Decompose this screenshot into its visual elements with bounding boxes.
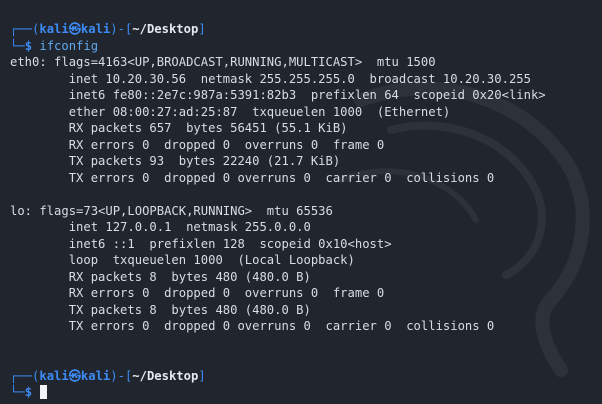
output-line: RX errors 0 dropped 0 overruns 0 frame 0 (10, 137, 385, 152)
prompt-line-top: ┌──(kali㉿kali)-[~/Desktop] (10, 368, 602, 385)
prompt-corner: ┌──( (10, 368, 40, 383)
prompt-user: kali (39, 368, 69, 383)
terminal-output-area: ┌──(kali㉿kali)-[~/Desktop] └─$ ifconfig … (10, 21, 602, 401)
prompt-corner-bottom: └─ (10, 38, 25, 53)
output-line: inet6 ::1 prefixlen 128 scopeid 0x10<hos… (10, 236, 392, 251)
prompt-cwd: ~/Desktop (132, 368, 199, 383)
output-line: inet 10.20.30.56 netmask 255.255.255.0 b… (10, 71, 531, 86)
prompt-host: kali (80, 22, 111, 36)
prompt-host: kali (80, 368, 111, 383)
output-line: RX packets 657 bytes 56451 (55.1 KiB) (10, 121, 348, 135)
prompt-at-symbol: ㉿ (68, 22, 81, 36)
output-line: RX packets 8 bytes 480 (480.0 B) (10, 269, 311, 284)
output-line: loop txqueuelen 1000 (Local Loopback) (10, 253, 355, 267)
prompt-at-symbol: ㉿ (68, 368, 81, 383)
output-line: RX errors 0 dropped 0 overruns 0 frame 0 (10, 286, 385, 300)
output-line: inet6 fe80::2e7c:987a:5391:82b3 prefixle… (10, 88, 546, 102)
prompt-user: kali (39, 22, 69, 36)
output-line: TX packets 93 bytes 22240 (21.7 KiB) (10, 154, 341, 168)
prompt-dir-close: ] (198, 368, 206, 383)
output-line: inet 127.0.0.1 netmask 255.0.0.0 (10, 220, 311, 234)
prompt-corner: ┌──( (10, 22, 40, 36)
prompt-line-top: ┌──(kali㉿kali)-[~/Desktop] (10, 21, 602, 38)
prompt-corner-bottom: └─ (10, 385, 25, 399)
output-line: TX errors 0 dropped 0 overruns 0 carrier… (10, 319, 495, 333)
terminal-window[interactable]: ┌──(kali㉿kali)-[~/Desktop] └─$ ifconfig … (0, 0, 602, 404)
output-line: eth0: flags=4163<UP,BROADCAST,RUNNING,MU… (10, 55, 436, 69)
text-cursor[interactable] (40, 385, 48, 399)
prompt-dollar: $ (24, 38, 33, 53)
output-line: TX packets 8 bytes 480 (480.0 B) (10, 302, 311, 317)
prompt-dir-open: )-[ (110, 22, 133, 36)
output-line: lo: flags=73<UP,LOOPBACK,RUNNING> mtu 65… (10, 203, 333, 218)
command-text: ifconfig (39, 38, 99, 53)
prompt-dollar: $ (24, 385, 33, 399)
command-line: └─$ ifconfig (10, 38, 602, 55)
prompt-dir-close: ] (198, 22, 206, 36)
prompt-cwd: ~/Desktop (132, 22, 199, 36)
output-line: TX errors 0 dropped 0 overruns 0 carrier… (10, 170, 495, 185)
command-input-line[interactable]: └─$ (10, 384, 602, 401)
prompt-dir-open: )-[ (110, 368, 133, 383)
output-line: ether 08:00:27:ad:25:87 txqueuelen 1000 … (10, 104, 451, 119)
